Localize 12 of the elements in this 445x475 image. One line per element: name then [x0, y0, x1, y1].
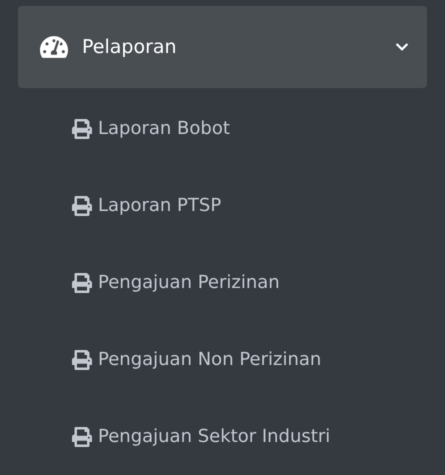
printer-icon — [72, 350, 92, 370]
printer-icon — [72, 426, 92, 446]
submenu-item[interactable]: Pengajuan Sektor Industri — [18, 398, 427, 475]
submenu-item[interactable]: Laporan Bobot — [18, 90, 427, 167]
menu-header[interactable]: Pelaporan — [18, 6, 427, 88]
submenu-item[interactable]: Pengajuan Non Perizinan — [18, 321, 427, 398]
submenu-item[interactable]: Laporan PTSP — [18, 167, 427, 244]
printer-icon — [72, 118, 92, 138]
printer-icon — [72, 272, 92, 292]
printer-icon — [72, 196, 92, 216]
submenu-item[interactable]: Pengajuan Perizinan — [18, 244, 427, 321]
gauge-icon — [40, 33, 68, 61]
